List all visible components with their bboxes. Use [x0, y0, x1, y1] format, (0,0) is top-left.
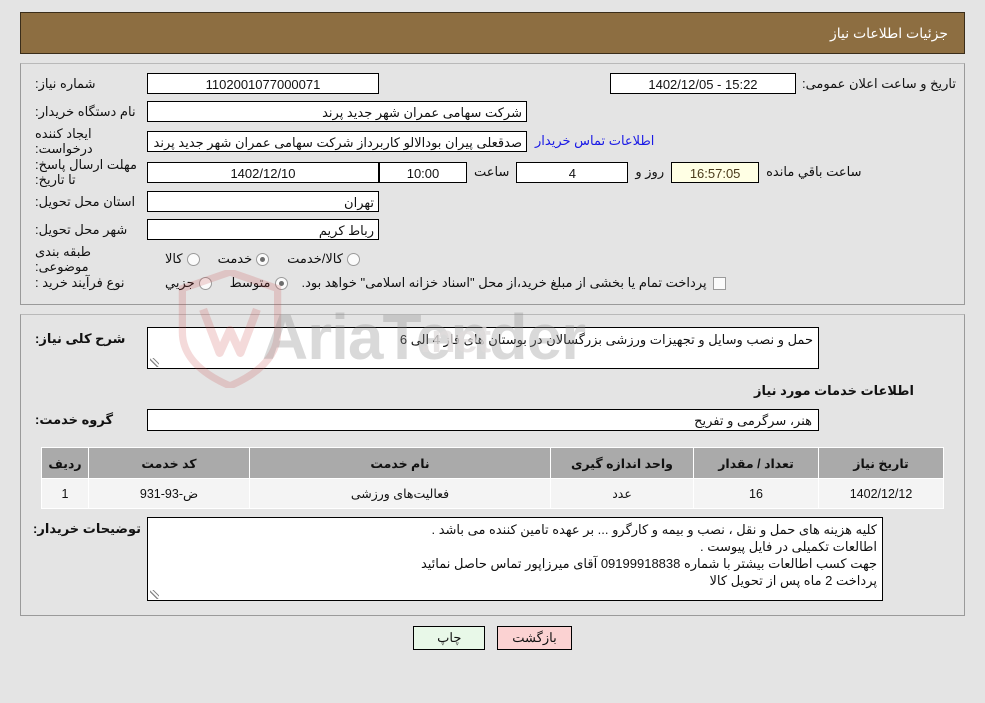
process-option-1-label: متوسط [229, 275, 271, 290]
radio-icon-process-1[interactable] [274, 276, 288, 290]
need-summary-panel: تاریخ و ساعت اعلان عمومی: 15:22 - 1402/1… [20, 63, 965, 305]
services-section-title: اطلاعات خدمات مورد نیاز [753, 383, 914, 398]
table-row: 1402/12/12 16 عدد فعالیت‌های ورزشی ض-93-… [41, 478, 944, 509]
deadline-time-value: 10:00 [379, 161, 467, 183]
city-value: رباط کریم [147, 219, 379, 240]
services-table: تاریخ نیاز تعداد / مقدار واحد اندازه گیر… [41, 447, 944, 509]
radio-icon-category-1[interactable] [256, 252, 270, 266]
service-group-value: هنر، سرگرمی و تفریح [147, 409, 819, 431]
process-option-1[interactable]: متوسط [212, 275, 288, 291]
deadline-date-value: 1402/12/10 [147, 161, 379, 183]
remaining-countdown-value: 16:57:05 [671, 161, 760, 183]
row-buyer-notes: کلیه هزینه های حمل و نقل ، نصب و بیمه و … [29, 517, 956, 601]
city-label: شهر محل تحویل: [35, 222, 128, 237]
creator-label: ایجاد کننده درخواست: [35, 126, 93, 156]
row-city: رباط کریم شهر محل تحویل: [29, 216, 956, 243]
cell-name: فعالیت‌های ورزشی [249, 478, 551, 509]
row-buyer-org: شرکت سهامی عمران شهر جدید پرند نام دستگا… [29, 98, 956, 125]
need-description-textarea[interactable]: حمل و نصب وسایل و تجهیزات ورزشی بزرگسالا… [147, 327, 819, 369]
footer-actions: بازگشت چاپ [0, 626, 985, 664]
category-option-2-label: کالا/خدمت [287, 251, 343, 266]
need-detail-panel: حمل و نصب وسایل و تجهیزات ورزشی بزرگسالا… [20, 314, 965, 616]
back-button[interactable]: بازگشت [497, 626, 572, 650]
need-number-label: شماره نیاز: [35, 76, 96, 91]
service-group-label: گروه خدمت: [35, 412, 114, 427]
column-header-unit: واحد اندازه گیری [550, 447, 694, 479]
buyer-org-label: نام دستگاه خریدار: [35, 104, 136, 119]
deadline-label: مهلت ارسال پاسخ: تا تاریخ: [35, 157, 137, 187]
row-category: کالا/خدمت خدمت کالا طبقه بندی موضوعی: [29, 244, 956, 274]
public-announce-value: 15:22 - 1402/12/05 [609, 73, 796, 94]
treasury-docs-label: پرداخت تمام یا بخشی از مبلغ خرید،از محل … [301, 275, 707, 290]
remaining-days-value: 4 [516, 161, 629, 183]
column-header-name: نام خدمت [249, 447, 551, 479]
page-title-bar: جزئیات اطلاعات نیاز [20, 12, 965, 54]
category-option-0-label: کالا [165, 251, 183, 266]
creator-value: صدقعلی پیران بودالالو کاربرداز شرکت سهام… [147, 130, 527, 152]
buyer-notes-label: توضیحات خریدار: [33, 521, 141, 536]
cell-date: 1402/12/12 [818, 478, 944, 509]
days-label: روز و [635, 164, 665, 179]
checkbox-icon-treasury-docs[interactable] [712, 276, 726, 290]
cell-qty: 16 [693, 478, 819, 509]
radio-icon-category-0[interactable] [186, 252, 200, 266]
column-header-qty: تعداد / مقدار [693, 447, 819, 479]
column-header-date: تاریخ نیاز [818, 447, 944, 479]
category-label: طبقه بندی موضوعی: [35, 244, 91, 274]
remaining-hours-label: ساعت باقي مانده [766, 164, 862, 179]
cell-radif: 1 [41, 478, 89, 509]
row-service-group: هنر، سرگرمی و تفریح گروه خدمت: [29, 409, 956, 431]
treasury-docs-checkbox-row[interactable]: پرداخت تمام یا بخشی از مبلغ خرید،از محل … [288, 275, 726, 291]
radio-icon-category-2[interactable] [346, 252, 360, 266]
cell-unit: عدد [550, 478, 694, 509]
process-type-label: نوع فرآیند خرید : [35, 275, 125, 290]
public-announce-label: تاریخ و ساعت اعلان عمومی: [801, 76, 956, 91]
need-description-label: شرح کلی نیاز: [35, 331, 126, 346]
province-value: تهران [147, 191, 379, 212]
buyer-notes-textarea[interactable]: کلیه هزینه های حمل و نقل ، نصب و بیمه و … [147, 517, 883, 601]
province-label: استان محل تحویل: [35, 194, 136, 209]
deadline-time-label: ساعت [474, 164, 510, 179]
buyer-org-value: شرکت سهامی عمران شهر جدید پرند [147, 101, 527, 122]
category-option-2[interactable]: کالا/خدمت [269, 251, 360, 267]
row-creator: اطلاعات تماس خریدار صدقعلی پیران بودالال… [29, 126, 956, 156]
row-need-number: تاریخ و ساعت اعلان عمومی: 15:22 - 1402/1… [29, 70, 956, 97]
column-header-code: کد خدمت [88, 447, 250, 479]
process-option-0[interactable]: جزیي [147, 275, 212, 291]
category-option-1[interactable]: خدمت [200, 251, 270, 267]
services-table-wrap: تاریخ نیاز تعداد / مقدار واحد اندازه گیر… [41, 447, 944, 509]
row-province: تهران استان محل تحویل: [29, 188, 956, 215]
page-title: جزئیات اطلاعات نیاز [829, 24, 948, 41]
buyer-contact-link[interactable]: اطلاعات تماس خریدار [527, 133, 662, 149]
category-option-0[interactable]: کالا [147, 251, 200, 267]
row-process-type: پرداخت تمام یا بخشی از مبلغ خرید،از محل … [29, 275, 956, 302]
row-need-description: حمل و نصب وسایل و تجهیزات ورزشی بزرگسالا… [29, 327, 956, 369]
need-number-value: 1102001077000071 [147, 73, 379, 94]
print-button[interactable]: چاپ [413, 626, 486, 650]
column-header-radif: ردیف [41, 447, 89, 479]
process-option-0-label: جزیي [165, 275, 195, 290]
table-header-row: تاریخ نیاز تعداد / مقدار واحد اندازه گیر… [41, 447, 944, 479]
row-deadline: ساعت باقي مانده 16:57:05 روز و 4 ساعت 10… [29, 157, 956, 187]
category-option-1-label: خدمت [217, 251, 253, 266]
cell-code: ض-93-931 [88, 478, 250, 509]
radio-icon-process-0[interactable] [198, 276, 212, 290]
